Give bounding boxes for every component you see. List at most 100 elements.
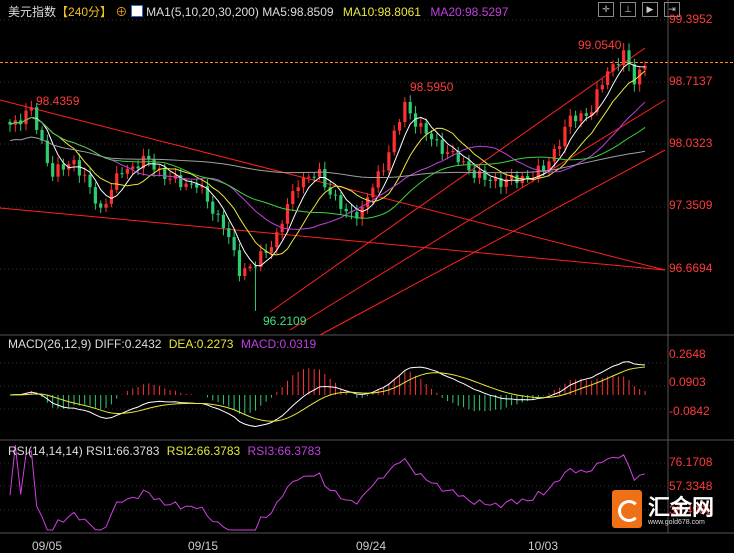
candle-body <box>424 123 428 134</box>
macd-dea-line <box>9 366 646 422</box>
candle-body <box>61 164 65 170</box>
candle-body <box>643 65 647 70</box>
candle-body <box>88 174 92 188</box>
macd-value: MACD:0.0319 <box>240 337 317 351</box>
annotation-high-left: 98.4359 <box>36 94 80 108</box>
candle-body <box>611 64 615 72</box>
logo-url: www.gold678.com <box>648 519 705 526</box>
candle-body <box>558 146 562 149</box>
candle-body <box>227 228 231 238</box>
candle-body <box>542 165 546 171</box>
candle-body <box>163 168 167 180</box>
candle-body <box>445 152 450 154</box>
macd-tick: -0.0842 <box>669 404 710 418</box>
candle-body <box>568 115 572 127</box>
candle-body <box>99 203 103 208</box>
candle-body <box>440 139 444 154</box>
candle-body <box>360 206 364 219</box>
candle-body <box>312 176 316 178</box>
candle-body <box>317 169 322 177</box>
candle-body <box>365 197 370 207</box>
candle-body <box>515 175 519 184</box>
candle-body <box>189 183 194 185</box>
candle-body <box>616 64 620 66</box>
candle-body <box>606 71 610 85</box>
logo-text: 汇金网 <box>648 495 715 520</box>
candle-body <box>147 155 151 160</box>
macd-dea: DEA:0.2273 <box>168 337 234 351</box>
price-tick: 98.7137 <box>669 74 713 88</box>
candle-body <box>275 232 279 248</box>
candle-body <box>232 237 236 251</box>
candle-body <box>269 247 274 253</box>
candle-body <box>435 139 439 141</box>
candle-body <box>403 101 407 123</box>
candle-body <box>344 208 348 212</box>
macd-diff: DIFF:0.2432 <box>94 337 162 351</box>
date-tick: 09/05 <box>32 539 63 553</box>
candle-body <box>381 170 386 172</box>
candle-body <box>552 148 556 162</box>
candle-body <box>93 187 97 204</box>
period-selector[interactable]: 【240分】 <box>56 5 112 19</box>
candle-body <box>216 213 220 215</box>
chart-window: 美元指数【240分】 ⊕ MA1(5,10,20,30,200) MA5:98.… <box>0 0 734 553</box>
candle-body <box>376 171 380 188</box>
candle-body <box>24 110 28 125</box>
rsi-tick: 76.1708 <box>669 455 713 469</box>
candle-body <box>461 161 466 163</box>
candle-body <box>333 194 338 196</box>
candle-body <box>51 163 55 177</box>
rsi1-value: RSI1:66.3783 <box>86 444 160 458</box>
candle-body <box>493 178 498 182</box>
ma-indicator-icon[interactable] <box>130 5 143 17</box>
date-tick: 09/15 <box>188 539 219 553</box>
candle-body <box>115 173 119 190</box>
zoom-in-icon[interactable]: ⊥ <box>620 2 636 17</box>
rsi3-value: RSI3:66.3783 <box>247 444 321 458</box>
candle-body <box>56 164 60 177</box>
date-tick: 09/24 <box>356 539 387 553</box>
candle-body <box>371 187 375 198</box>
candle-body <box>472 170 476 178</box>
candle-body <box>243 268 247 276</box>
candle-body <box>632 64 636 85</box>
candle-body <box>248 266 252 269</box>
crosshair-icon[interactable]: ✛ <box>598 2 614 17</box>
chart-header: 美元指数【240分】 ⊕ MA1(5,10,20,30,200) MA5:98.… <box>8 3 508 20</box>
price-tick: 96.6694 <box>669 261 713 275</box>
candle-body <box>221 214 226 229</box>
candle-body <box>301 177 306 188</box>
ma20-value: MA20:98.5297 <box>430 5 509 19</box>
candle-body <box>467 161 471 171</box>
candle-body <box>131 166 135 169</box>
candle-body <box>408 101 412 114</box>
candle-body <box>104 203 108 208</box>
rsi-name: RSI(14,14,14) <box>8 444 83 458</box>
rsi-header: RSI(14,14,14) RSI1:66.3783 RSI2:66.3783 … <box>8 444 321 458</box>
ma10-value: MA10:98.8061 <box>342 5 421 19</box>
candle-body <box>45 140 49 164</box>
candle-body <box>168 178 172 180</box>
settings-icon[interactable]: ⊕ <box>115 5 127 19</box>
price-tick: 99.3952 <box>669 12 713 26</box>
plot-area[interactable] <box>0 0 734 553</box>
candle-body <box>339 195 343 209</box>
candle-body <box>584 113 588 116</box>
annotation-high-mid: 98.5950 <box>410 80 454 94</box>
candle-body <box>451 150 455 153</box>
macd-tick: 0.0903 <box>669 375 706 389</box>
symbol-name: 美元指数 <box>8 5 57 19</box>
play-icon[interactable]: ▶ <box>642 2 658 17</box>
gold678-logo: 汇金网 www.gold678.com <box>612 490 724 534</box>
candle-body <box>627 50 631 65</box>
candle-body <box>600 84 604 90</box>
candle-body <box>563 126 567 147</box>
candle-body <box>397 122 402 131</box>
candle-body <box>579 113 583 122</box>
candle-body <box>622 50 626 66</box>
candle-body <box>307 176 311 178</box>
candle-body <box>392 130 396 153</box>
candle-body <box>195 184 199 188</box>
candle-body <box>477 170 482 178</box>
